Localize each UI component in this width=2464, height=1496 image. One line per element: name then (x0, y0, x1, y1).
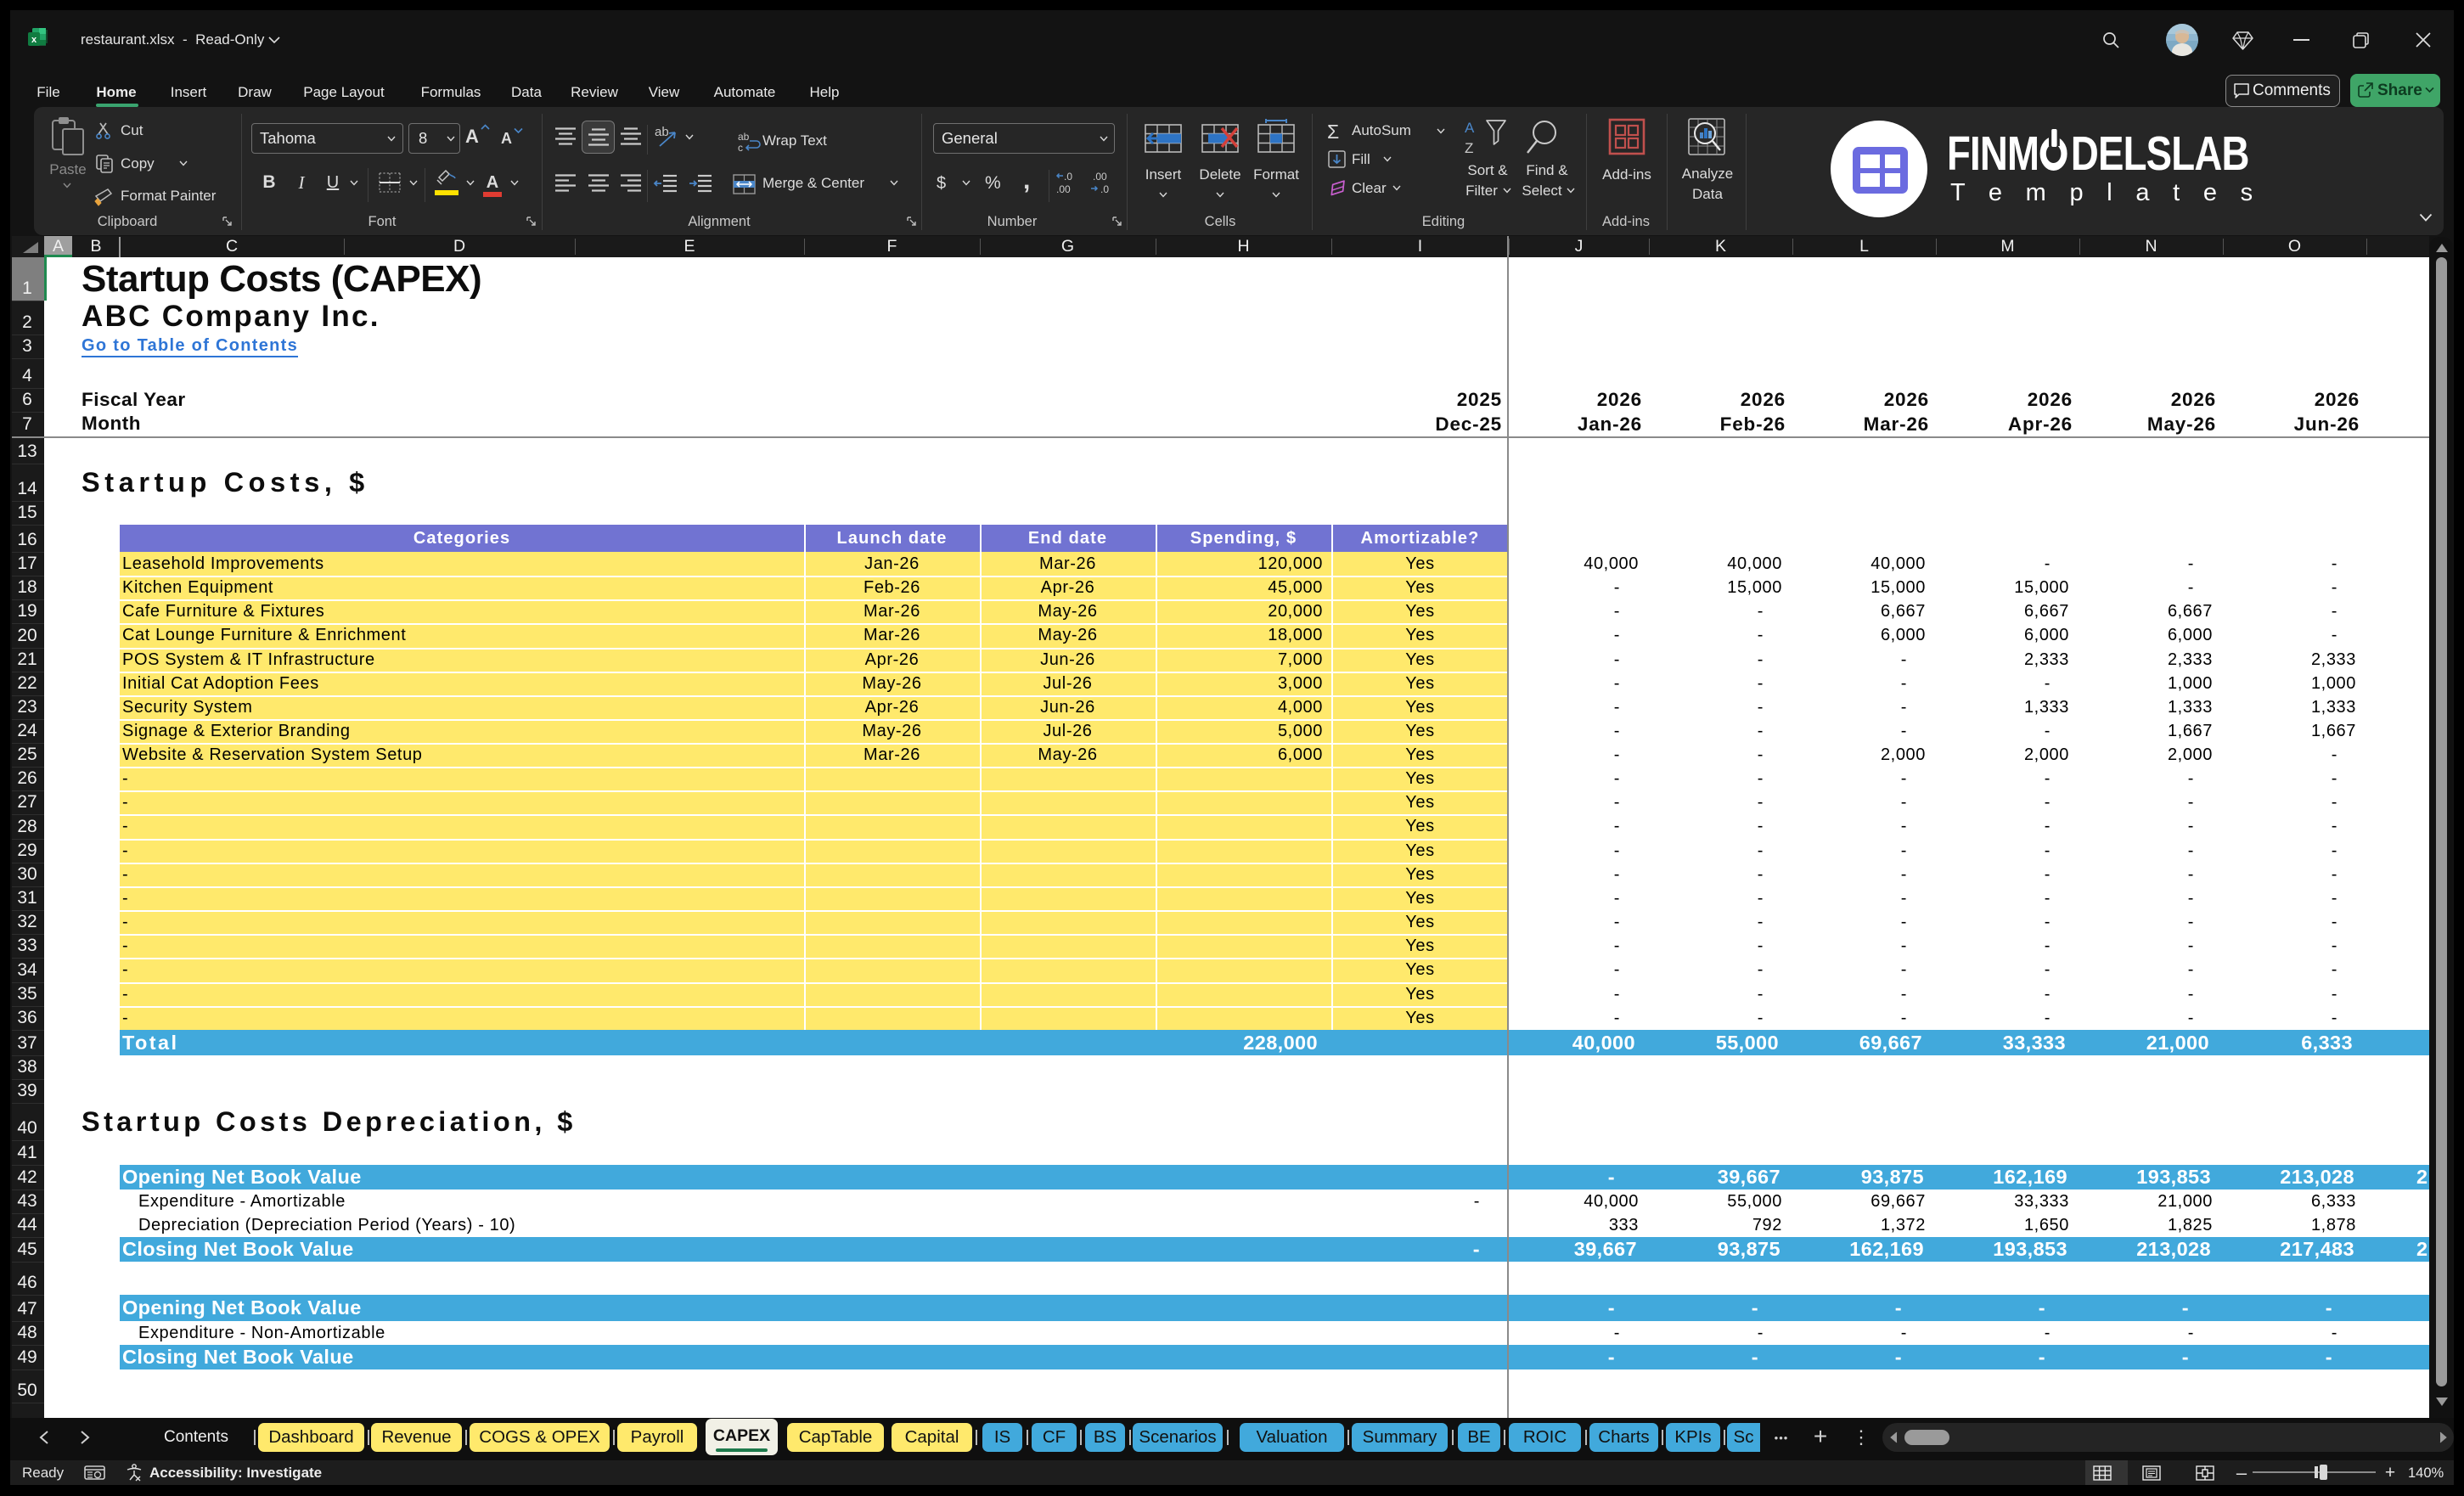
svg-text:.0: .0 (1100, 183, 1109, 195)
svg-text:ab: ab (655, 125, 669, 139)
svg-text:ab: ab (738, 131, 750, 143)
svg-text:x: x (31, 35, 37, 45)
svg-text:A: A (1465, 120, 1475, 136)
svg-text:.0: .0 (1064, 171, 1072, 183)
svg-text:.00: .00 (1093, 171, 1107, 183)
svg-text:.00: .00 (1056, 183, 1071, 195)
svg-text:Z: Z (1465, 140, 1473, 156)
svg-text:c: c (738, 142, 743, 154)
